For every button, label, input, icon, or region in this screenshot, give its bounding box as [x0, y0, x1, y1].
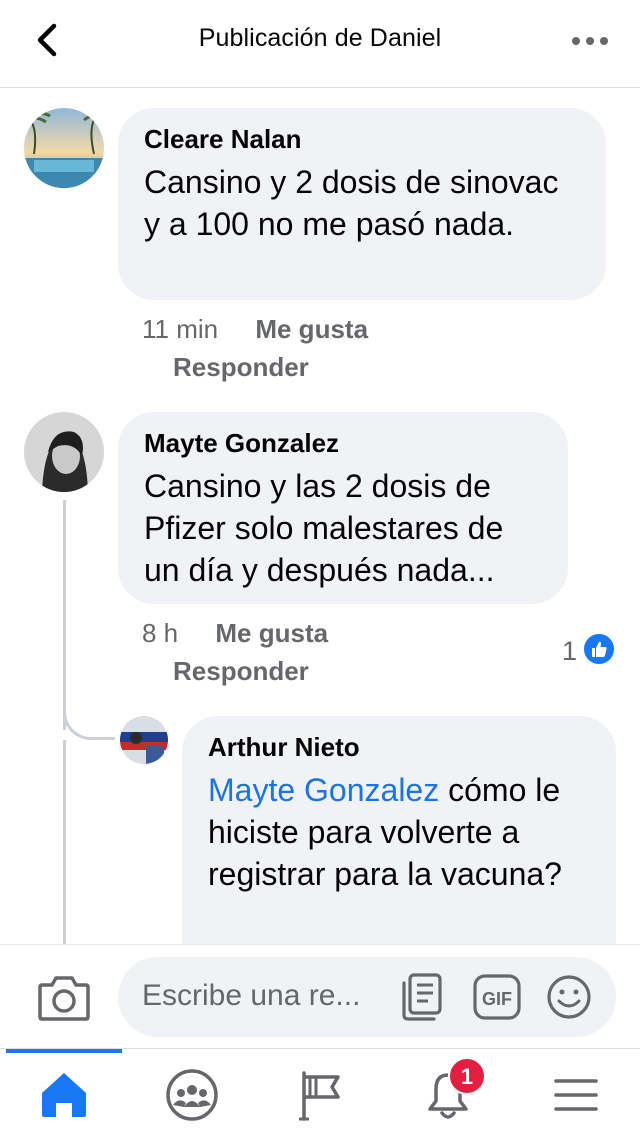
reply-action-button[interactable]: Responder [173, 352, 309, 382]
page-title: Publicación de Daniel [198, 24, 442, 52]
emoji-icon [547, 975, 591, 1019]
comment-meta-reply: Responder [173, 656, 309, 687]
comment-author[interactable]: Mayte Gonzalez [144, 428, 542, 459]
reply-bubble[interactable]: Arthur Nieto Mayte Gonzalez cómo le hici… [182, 716, 616, 976]
tab-groups[interactable] [160, 1063, 224, 1127]
comment-text: Cansino y 2 dosis de sinovac y a 100 no … [144, 164, 559, 242]
avatar-image [24, 108, 104, 188]
svg-text:GIF: GIF [482, 989, 512, 1009]
comment-meta: 8 h Me gusta [142, 618, 328, 649]
sticker-button[interactable] [400, 971, 450, 1023]
like-action-button[interactable]: Me gusta [255, 314, 368, 344]
reply-text: Mayte Gonzalez cómo le hiciste para volv… [208, 769, 590, 895]
more-dots-icon [572, 37, 608, 45]
gif-button[interactable]: GIF [472, 973, 522, 1021]
like-action-button[interactable]: Me gusta [215, 618, 328, 648]
comment-meta-reply: Responder [173, 352, 309, 383]
reaction-count[interactable]: 1 [562, 636, 577, 667]
emoji-button[interactable] [544, 973, 594, 1021]
reply-action-button[interactable]: Responder [173, 656, 309, 686]
active-tab-indicator [6, 1049, 122, 1053]
groups-icon [166, 1069, 218, 1121]
camera-button[interactable] [36, 971, 92, 1025]
tab-menu[interactable] [544, 1063, 608, 1127]
tab-pages[interactable] [288, 1063, 352, 1127]
avatar[interactable] [120, 716, 168, 764]
avatar[interactable] [24, 412, 104, 492]
tab-home[interactable] [32, 1063, 96, 1127]
comment-time: 11 min [142, 314, 219, 344]
comment-meta: 11 min Me gusta [142, 314, 368, 345]
comment-input[interactable]: Escribe una re... GIF [118, 957, 616, 1037]
thread-line [63, 740, 66, 944]
like-icon [592, 641, 607, 657]
home-icon [42, 1073, 86, 1117]
comment-composer: Escribe una re... GIF [0, 944, 640, 1048]
avatar-image [120, 716, 168, 764]
comment-input-placeholder: Escribe una re... [142, 979, 361, 1012]
notification-badge: 1 [448, 1057, 486, 1095]
gif-icon: GIF [473, 974, 521, 1020]
header-bar: Publicación de Daniel [0, 0, 640, 88]
mention-link[interactable]: Mayte Gonzalez [208, 772, 439, 808]
comment-bubble[interactable]: Mayte Gonzalez Cansino y las 2 dosis de … [118, 412, 568, 604]
like-reaction-badge [582, 632, 616, 666]
comment-author[interactable]: Cleare Nalan [144, 124, 580, 155]
pages-flag-icon [299, 1071, 340, 1121]
reply-author[interactable]: Arthur Nieto [208, 732, 590, 763]
thread-connector [63, 700, 115, 740]
bottom-tab-bar: 1 [0, 1048, 640, 1136]
comment-text: Cansino y las 2 dosis de Pfizer solo mal… [144, 468, 504, 588]
comment-time: 8 h [142, 618, 179, 648]
comment-bubble[interactable]: Cleare Nalan Cansino y 2 dosis de sinova… [118, 108, 606, 300]
sticker-icon [402, 973, 442, 1021]
camera-icon [38, 976, 90, 1021]
avatar-image [24, 412, 104, 492]
menu-icon [554, 1079, 598, 1111]
more-options-button[interactable] [568, 26, 612, 56]
avatar[interactable] [24, 108, 104, 188]
thread-line [63, 500, 66, 730]
